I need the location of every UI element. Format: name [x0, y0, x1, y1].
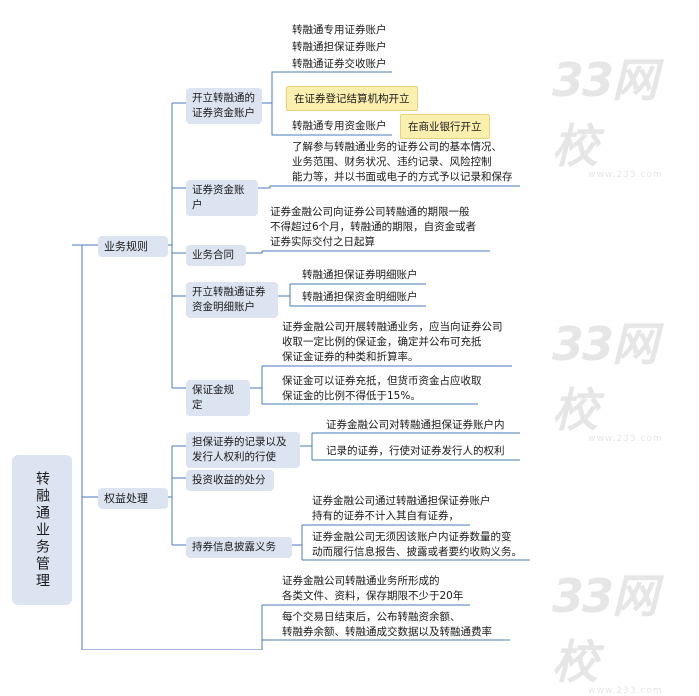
- node-investment-income[interactable]: 投资收益的处分: [186, 470, 274, 491]
- collateral-record-item: 记录的证券，行使对证券发行人的权利: [326, 445, 505, 457]
- watermark-logo: 33网校 www.233.com: [552, 317, 663, 444]
- fund-account-item: 转融通专用资金账户: [292, 120, 387, 132]
- account-item: 转融通证券交收账户: [292, 58, 387, 70]
- node-securities-fund-account[interactable]: 证券资金账户: [186, 180, 258, 216]
- callout-commercial-bank: 在商业银行开立: [400, 114, 490, 139]
- collateral-record-item: 证券金融公司对转融通担保证券账户内: [326, 419, 505, 431]
- contract-text: 证券金融公司向证券公司转融通的期限一般 不得超过6个月，转融通的期限，自资金或者…: [270, 206, 477, 248]
- daily-publication-text: 每个交易日结束后，公布转融资余额、 转融券余额、转融通成交数据以及转融通费率: [282, 611, 492, 638]
- node-margin[interactable]: 保证金规定: [186, 380, 250, 416]
- watermark-logo: 33网校 www.233.com: [552, 53, 663, 180]
- node-contract[interactable]: 业务合同: [186, 245, 246, 266]
- account-item: 转融通担保证券账户: [292, 41, 387, 53]
- branch-rights[interactable]: 权益处理: [98, 488, 168, 509]
- detail-account-item: 转融通担保证券明细账户: [302, 269, 418, 281]
- securities-fund-account-text: 了解参与转融通业务的证券公司的基本情况、 业务范围、财务状况、违约记录、风险控制…: [292, 141, 513, 183]
- root-node[interactable]: 转融通业务管理: [12, 455, 72, 605]
- account-item: 转融通专用证券账户: [292, 24, 387, 36]
- disclosure-text: 证券金融公司无须因该账户内证券数量的变 动而履行信息报告、披露或者要约收购义务。: [312, 531, 522, 558]
- node-disclosure[interactable]: 持券信息披露义务: [186, 537, 292, 558]
- disclosure-text: 证券金融公司通过转融通担保证券账户 持有的证券不计入其自有证券，: [312, 495, 491, 522]
- watermark-logo: 33网校 www.233.com: [552, 569, 663, 696]
- node-detail-account[interactable]: 开立转融通证券 资金明细账户: [186, 282, 278, 318]
- callout-clearing-institution: 在证券登记结算机构开立: [286, 86, 418, 111]
- detail-account-item: 转融通担保资金明细账户: [302, 291, 418, 303]
- branch-business-rules[interactable]: 业务规则: [98, 236, 168, 257]
- mind-map: 33网校 www.233.com 33网校 www.233.com 33网校 www.…: [0, 0, 699, 696]
- retention-text: 证券金融公司转融通业务所形成的 各类文件、资料，保存期限不少于20年: [282, 575, 464, 602]
- node-open-account[interactable]: 开立转融通的 证券资金账户: [186, 88, 262, 124]
- node-collateral-record[interactable]: 担保证券的记录以及 发行人权利的行使: [186, 432, 300, 468]
- margin-text: 保证金可以证券充抵，但货币资金占应收取 保证金的比例不得低于15%。: [282, 375, 482, 402]
- margin-text: 证券金融公司开展转融通业务，应当向证券公司 收取一定比例的保证金，确定并公布可充…: [282, 321, 503, 363]
